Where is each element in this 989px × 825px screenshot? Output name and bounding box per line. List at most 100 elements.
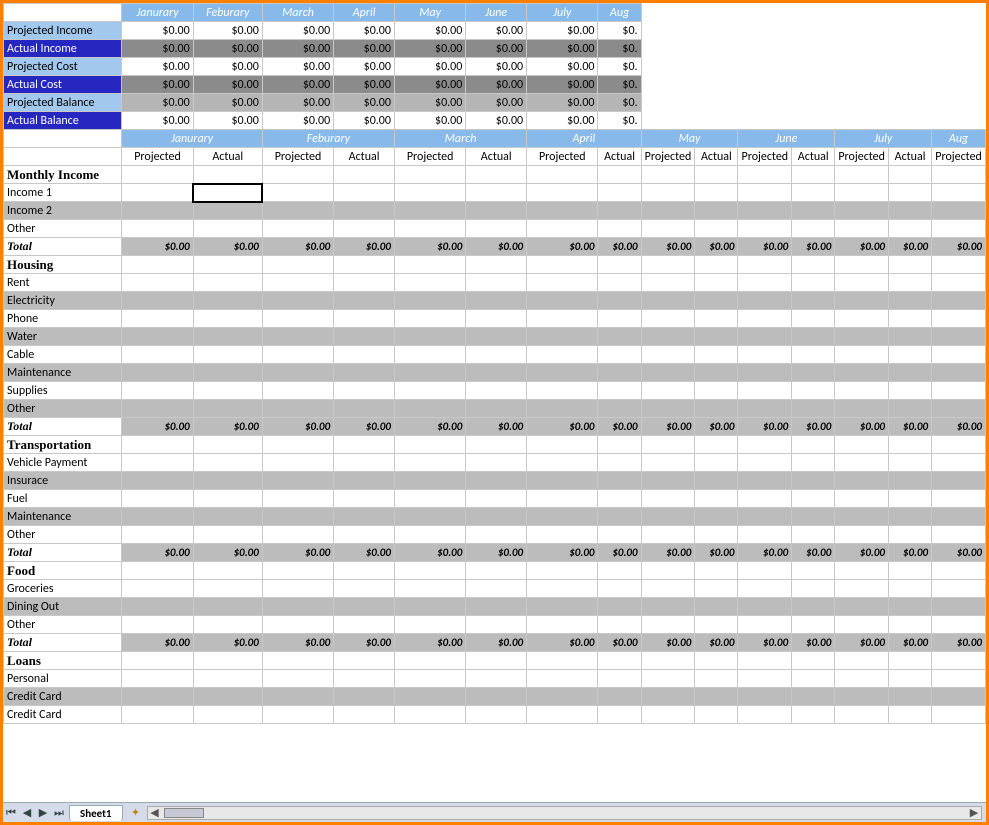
summary-cell[interactable]: $0.00 [394, 40, 465, 58]
empty-cell[interactable] [262, 562, 333, 580]
total-cell[interactable]: $0.00 [122, 418, 193, 436]
empty-cell[interactable] [792, 256, 835, 274]
data-cell[interactable] [738, 706, 792, 724]
data-cell[interactable] [738, 472, 792, 490]
data-cell[interactable] [122, 580, 193, 598]
data-cell[interactable] [122, 706, 193, 724]
total-cell[interactable]: $0.00 [394, 634, 465, 652]
data-cell[interactable] [835, 364, 889, 382]
summary-cell[interactable]: $0.00 [466, 112, 527, 130]
data-cell[interactable] [889, 382, 932, 400]
empty-cell[interactable] [792, 436, 835, 454]
data-cell[interactable] [394, 292, 465, 310]
data-cell[interactable] [394, 508, 465, 526]
summary-cell[interactable]: $0.00 [122, 94, 193, 112]
data-cell[interactable] [122, 490, 193, 508]
summary-cell[interactable]: $0.00 [334, 22, 395, 40]
empty-cell[interactable] [641, 166, 695, 184]
empty-cell[interactable] [738, 436, 792, 454]
data-cell[interactable] [122, 346, 193, 364]
data-cell[interactable] [641, 526, 695, 544]
summary-cell[interactable]: $0.00 [394, 58, 465, 76]
data-cell[interactable] [835, 670, 889, 688]
total-cell[interactable]: $0.00 [932, 418, 986, 436]
spreadsheet-grid[interactable]: JanuraryFeburaryMarchAprilMayJuneJulyAug… [3, 3, 986, 802]
data-cell[interactable] [889, 706, 932, 724]
total-cell[interactable]: $0.00 [889, 238, 932, 256]
empty-cell[interactable] [695, 652, 738, 670]
data-cell[interactable] [695, 598, 738, 616]
data-cell[interactable] [932, 382, 986, 400]
data-cell[interactable] [598, 184, 641, 202]
data-cell[interactable] [695, 184, 738, 202]
data-cell[interactable] [122, 274, 193, 292]
data-cell[interactable] [527, 382, 598, 400]
data-cell[interactable] [262, 616, 333, 634]
empty-cell[interactable] [466, 562, 527, 580]
total-cell[interactable]: $0.00 [466, 634, 527, 652]
data-cell[interactable] [889, 400, 932, 418]
data-cell[interactable] [792, 580, 835, 598]
data-cell[interactable] [527, 220, 598, 238]
data-cell[interactable] [122, 598, 193, 616]
data-cell[interactable] [695, 490, 738, 508]
selected-cell[interactable] [193, 184, 262, 202]
total-cell[interactable]: $0.00 [835, 418, 889, 436]
total-cell[interactable]: $0.00 [334, 418, 395, 436]
data-cell[interactable] [792, 346, 835, 364]
summary-cell[interactable]: $0.00 [466, 40, 527, 58]
summary-cell[interactable]: $0.00 [466, 76, 527, 94]
summary-cell[interactable]: $0. [598, 76, 641, 94]
data-cell[interactable] [695, 688, 738, 706]
data-cell[interactable] [641, 400, 695, 418]
total-cell[interactable]: $0.00 [889, 634, 932, 652]
total-cell[interactable]: $0.00 [792, 544, 835, 562]
data-cell[interactable] [695, 670, 738, 688]
data-cell[interactable] [792, 508, 835, 526]
data-cell[interactable] [835, 292, 889, 310]
data-cell[interactable] [695, 580, 738, 598]
empty-cell[interactable] [394, 436, 465, 454]
data-cell[interactable] [641, 292, 695, 310]
total-cell[interactable]: $0.00 [193, 544, 262, 562]
data-cell[interactable] [334, 328, 395, 346]
total-cell[interactable]: $0.00 [889, 418, 932, 436]
total-cell[interactable]: $0.00 [527, 544, 598, 562]
scroll-thumb[interactable] [164, 808, 204, 818]
summary-cell[interactable]: $0.00 [262, 40, 333, 58]
data-cell[interactable] [193, 220, 262, 238]
empty-cell[interactable] [122, 652, 193, 670]
data-cell[interactable] [394, 580, 465, 598]
data-cell[interactable] [334, 706, 395, 724]
total-cell[interactable]: $0.00 [598, 418, 641, 436]
total-cell[interactable]: $0.00 [792, 418, 835, 436]
data-cell[interactable] [641, 508, 695, 526]
data-cell[interactable] [334, 364, 395, 382]
data-cell[interactable] [193, 382, 262, 400]
empty-cell[interactable] [835, 436, 889, 454]
data-cell[interactable] [193, 616, 262, 634]
data-cell[interactable] [889, 310, 932, 328]
data-cell[interactable] [932, 400, 986, 418]
data-cell[interactable] [889, 292, 932, 310]
data-cell[interactable] [466, 220, 527, 238]
empty-cell[interactable] [122, 166, 193, 184]
data-cell[interactable] [932, 274, 986, 292]
data-cell[interactable] [598, 292, 641, 310]
data-cell[interactable] [334, 616, 395, 634]
empty-cell[interactable] [527, 652, 598, 670]
data-cell[interactable] [835, 490, 889, 508]
data-cell[interactable] [695, 454, 738, 472]
data-cell[interactable] [598, 454, 641, 472]
data-cell[interactable] [932, 328, 986, 346]
data-cell[interactable] [889, 346, 932, 364]
summary-cell[interactable]: $0.00 [334, 76, 395, 94]
data-cell[interactable] [792, 616, 835, 634]
total-cell[interactable]: $0.00 [738, 238, 792, 256]
data-cell[interactable] [527, 472, 598, 490]
last-sheet-icon[interactable]: ⏭ [51, 805, 67, 821]
summary-cell[interactable]: $0.00 [122, 40, 193, 58]
data-cell[interactable] [835, 616, 889, 634]
empty-cell[interactable] [792, 166, 835, 184]
data-cell[interactable] [598, 310, 641, 328]
